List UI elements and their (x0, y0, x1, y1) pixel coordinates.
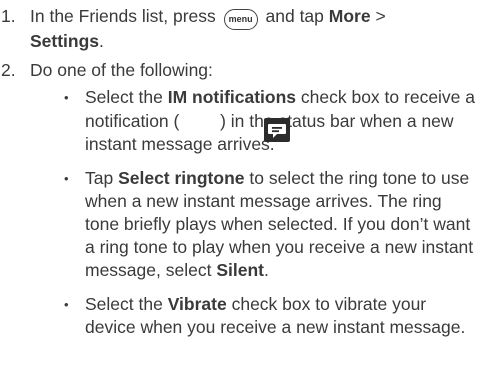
bullet-dot: • (64, 171, 69, 186)
setting-name: Silent (216, 260, 264, 280)
options-list: • Select the IM notifications check box … (0, 86, 483, 350)
step-text: Do one of the following: (30, 60, 213, 80)
list-item: • Tap Select ringtone to select the ring… (0, 167, 475, 282)
step-text-part: In the Friends list, press (30, 6, 221, 26)
list-item: • Select the IM notifications check box … (0, 86, 475, 156)
list-item: • Select the Vibrate check box to vibrat… (0, 293, 475, 339)
menu-path-separator: > (370, 6, 386, 26)
list-item-text: Select the (85, 87, 168, 107)
list-item-text: Select the (85, 294, 168, 314)
setting-name: Vibrate (167, 294, 227, 314)
list-item-text: . (263, 260, 269, 280)
step-number: 1. (1, 6, 16, 26)
step-text: In the Friends list, press menu and tap … (30, 5, 470, 53)
menu-path-settings: Settings (30, 31, 100, 51)
step-text-part: and tap (260, 6, 329, 26)
icon-placeholder (184, 109, 215, 127)
menu-path-more: More (328, 6, 371, 26)
step-text-part: . (99, 31, 104, 51)
document-page: 1. In the Friends list, press menu and t… (0, 0, 483, 369)
setting-name: IM notifications (167, 87, 297, 107)
list-item-text: Tap (85, 168, 119, 188)
bullet-dot: • (64, 297, 69, 312)
menu-key-icon: menu (223, 9, 258, 30)
setting-name: Select ringtone (118, 168, 245, 188)
bullet-dot: • (64, 90, 69, 105)
status-bar-notification-icon (264, 118, 290, 145)
step-number: 2. (1, 60, 16, 80)
step-2: 2. Do one of the following: (0, 59, 483, 82)
step-1: 1. In the Friends list, press menu and t… (0, 5, 483, 53)
